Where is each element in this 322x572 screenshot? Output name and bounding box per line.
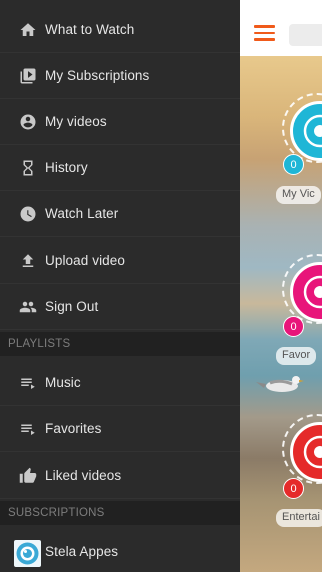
sidebar-item-label: My videos [45,114,107,129]
playlist-tile-entertainment[interactable]: 0 Entertai [240,376,322,536]
sidebar-item-what-to-watch[interactable]: What to Watch [0,7,240,53]
sidebar-item-history[interactable]: History [0,145,240,191]
sidebar-item-label: Stela Appes [45,543,119,559]
hamburger-menu-icon[interactable] [254,25,275,41]
playlist-icon [19,374,37,392]
sidebar-item-label: Watch Later [45,206,119,221]
subscriptions-section-header: SUBSCRIPTIONS [0,501,240,525]
thumbs-up-icon [19,467,37,485]
sidebar-item-label: Liked videos [45,468,122,483]
people-icon [19,298,37,316]
count-badge: 0 [283,316,304,337]
account-circle-icon [19,113,37,131]
playlist-tile-my-videos[interactable]: 0 My Vic [240,56,322,216]
sidebar-item-label: Music [45,375,81,390]
main-content: 0 My Vic 0 Favor 0 Entertai [240,0,322,572]
sidebar-item-label: What to Watch [45,22,135,37]
sidebar-item-watch-later[interactable]: Watch Later [0,191,240,237]
tile-label: Entertai [276,509,322,527]
sidebar-item-label: My Subscriptions [45,68,150,83]
sidebar-item-my-videos[interactable]: My videos [0,99,240,145]
count-badge: 0 [283,154,304,175]
top-bar [240,0,322,57]
tile-label: Favor [276,347,317,365]
sidebar-item-label: Sign Out [45,299,99,314]
sidebar-item-favorites[interactable]: Favorites [0,406,240,452]
channel-avatar [14,540,41,567]
search-input[interactable] [289,24,322,46]
upload-icon [19,252,37,270]
hourglass-icon [19,159,37,177]
navigation-drawer: What to Watch My Subscriptions My videos… [0,0,240,572]
sidebar-item-label: Favorites [45,421,102,436]
sidebar-item-my-subscriptions[interactable]: My Subscriptions [0,53,240,99]
playlist-tile-favorites[interactable]: 0 Favor [240,216,322,376]
playlist-icon [19,420,37,438]
count-badge: 0 [283,478,304,499]
tile-label: My Vic [276,186,321,204]
sidebar-item-music[interactable]: Music [0,360,240,406]
sidebar-item-sign-out[interactable]: Sign Out [0,284,240,330]
sidebar-item-label: Upload video [45,253,126,268]
playlists-section-header: PLAYLISTS [0,332,240,356]
sidebar-item-upload-video[interactable]: Upload video [0,238,240,284]
sidebar-item-label: History [45,160,88,175]
subscriptions-icon [19,67,37,85]
sidebar-item-liked-videos[interactable]: Liked videos [0,453,240,499]
clock-icon [19,205,37,223]
home-icon [19,21,37,39]
